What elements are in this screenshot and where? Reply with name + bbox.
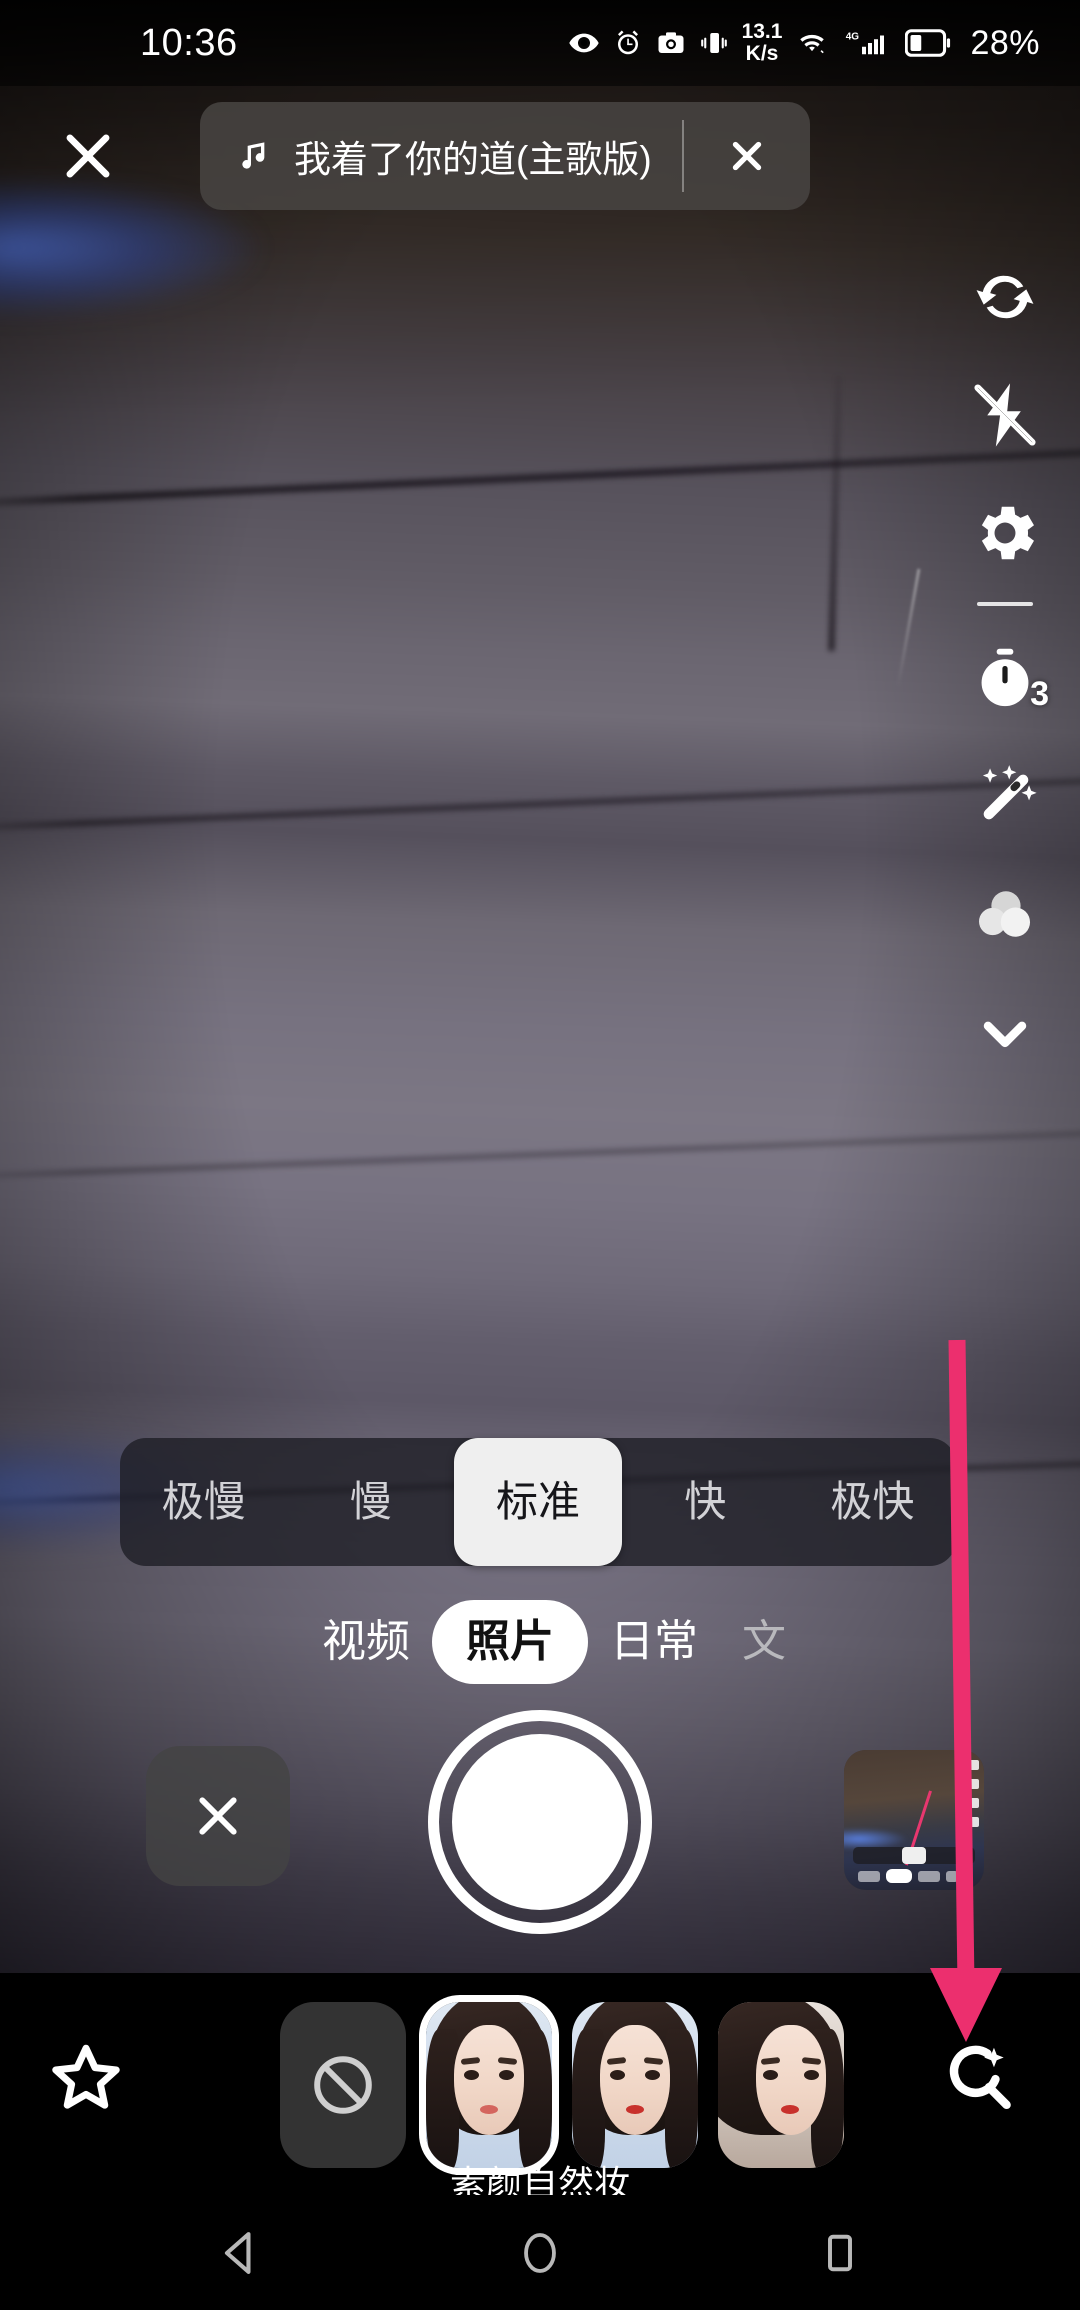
network-speed-indicator: 13.1 K/s — [742, 21, 783, 65]
mode-tab-text[interactable]: 文 — [720, 1600, 808, 1684]
svg-text:4G: 4G — [846, 31, 860, 42]
network-speed-unit: K/s — [745, 42, 779, 65]
favorite-filters-button[interactable] — [32, 2025, 140, 2133]
rail-divider — [977, 602, 1033, 606]
android-nav-bar — [0, 2195, 1080, 2310]
music-title-label: 我着了你的道(主歌版) — [294, 139, 652, 180]
filters-button[interactable] — [945, 856, 1065, 974]
timer-count-badge: 3 — [1030, 675, 1049, 713]
thumbnail-mini-speedbar — [853, 1847, 975, 1864]
capture-mode-tabs[interactable]: 视频 照片 日常 文 — [300, 1592, 1000, 1692]
recents-square-icon[interactable] — [792, 2205, 888, 2301]
cancel-capture-button[interactable] — [146, 1746, 290, 1886]
mode-tab-photo[interactable]: 照片 — [432, 1600, 588, 1684]
shutter-inner-circle — [452, 1734, 628, 1910]
camera-screen: 10:36 13.1 K/s 4G 28% 我着了你的道(主歌版) 3 极慢 慢… — [0, 0, 1080, 2310]
close-camera-button[interactable] — [50, 118, 126, 194]
screenshot-camera-icon — [656, 28, 686, 58]
speed-option-0[interactable]: 极慢 — [120, 1438, 287, 1566]
capture-controls — [0, 1710, 1080, 1940]
status-clock: 10:36 — [140, 21, 238, 64]
music-selector-main[interactable]: 我着了你的道(主歌版) — [200, 102, 682, 210]
music-note-icon — [236, 131, 276, 182]
camera-settings-button[interactable] — [945, 474, 1065, 592]
shutter-button[interactable] — [428, 1710, 652, 1934]
speed-option-1[interactable]: 慢 — [287, 1438, 454, 1566]
status-icon-group: 13.1 K/s 4G 28% — [568, 21, 1040, 65]
battery-percent-label: 28% — [970, 23, 1040, 62]
collapse-rail-button[interactable] — [945, 974, 1065, 1092]
filter-item-2[interactable] — [572, 2002, 698, 2168]
network-speed-value: 13.1 — [741, 20, 783, 43]
battery-icon — [905, 29, 951, 57]
vibrate-icon — [699, 28, 729, 58]
beautify-button[interactable] — [945, 738, 1065, 856]
speed-selector[interactable]: 极慢 慢 标准 快 极快 — [120, 1438, 956, 1566]
wifi-icon — [795, 28, 829, 58]
speed-option-4[interactable]: 极快 — [789, 1438, 956, 1566]
camera-tool-rail: 3 — [930, 238, 1080, 1092]
clear-music-button[interactable] — [684, 102, 810, 210]
timer-button[interactable]: 3 — [945, 620, 1065, 738]
speed-option-2[interactable]: 标准 — [454, 1438, 622, 1566]
mode-tab-video[interactable]: 视频 — [300, 1600, 432, 1684]
status-bar: 10:36 13.1 K/s 4G 28% — [0, 0, 1080, 86]
filter-item-su-yan-zi-ran-zhuang[interactable] — [426, 2002, 552, 2168]
alarm-icon — [613, 28, 643, 58]
signal-icon: 4G — [842, 28, 892, 58]
filter-strip: 素颜自然妆 — [0, 1973, 1080, 2204]
flip-camera-button[interactable] — [945, 238, 1065, 356]
filter-thumbnail-list[interactable] — [280, 1995, 844, 2175]
speed-option-3[interactable]: 快 — [622, 1438, 789, 1566]
thumbnail-mini-icons — [969, 1760, 979, 1827]
flash-off-button[interactable] — [945, 356, 1065, 474]
back-triangle-icon[interactable] — [192, 2205, 288, 2301]
eye-care-icon — [568, 27, 600, 59]
thumbnail-mini-modes — [858, 1868, 974, 1884]
search-sparkle-icon[interactable] — [924, 2023, 1034, 2133]
home-circle-icon[interactable] — [492, 2205, 588, 2301]
music-selector-pill[interactable]: 我着了你的道(主歌版) — [200, 102, 810, 210]
top-bar: 我着了你的道(主歌版) — [0, 96, 1080, 216]
mode-tab-daily[interactable]: 日常 — [588, 1600, 720, 1684]
last-capture-thumbnail[interactable] — [844, 1750, 984, 1890]
filter-item-none[interactable] — [280, 2002, 406, 2168]
filter-item-3[interactable] — [718, 2002, 844, 2168]
